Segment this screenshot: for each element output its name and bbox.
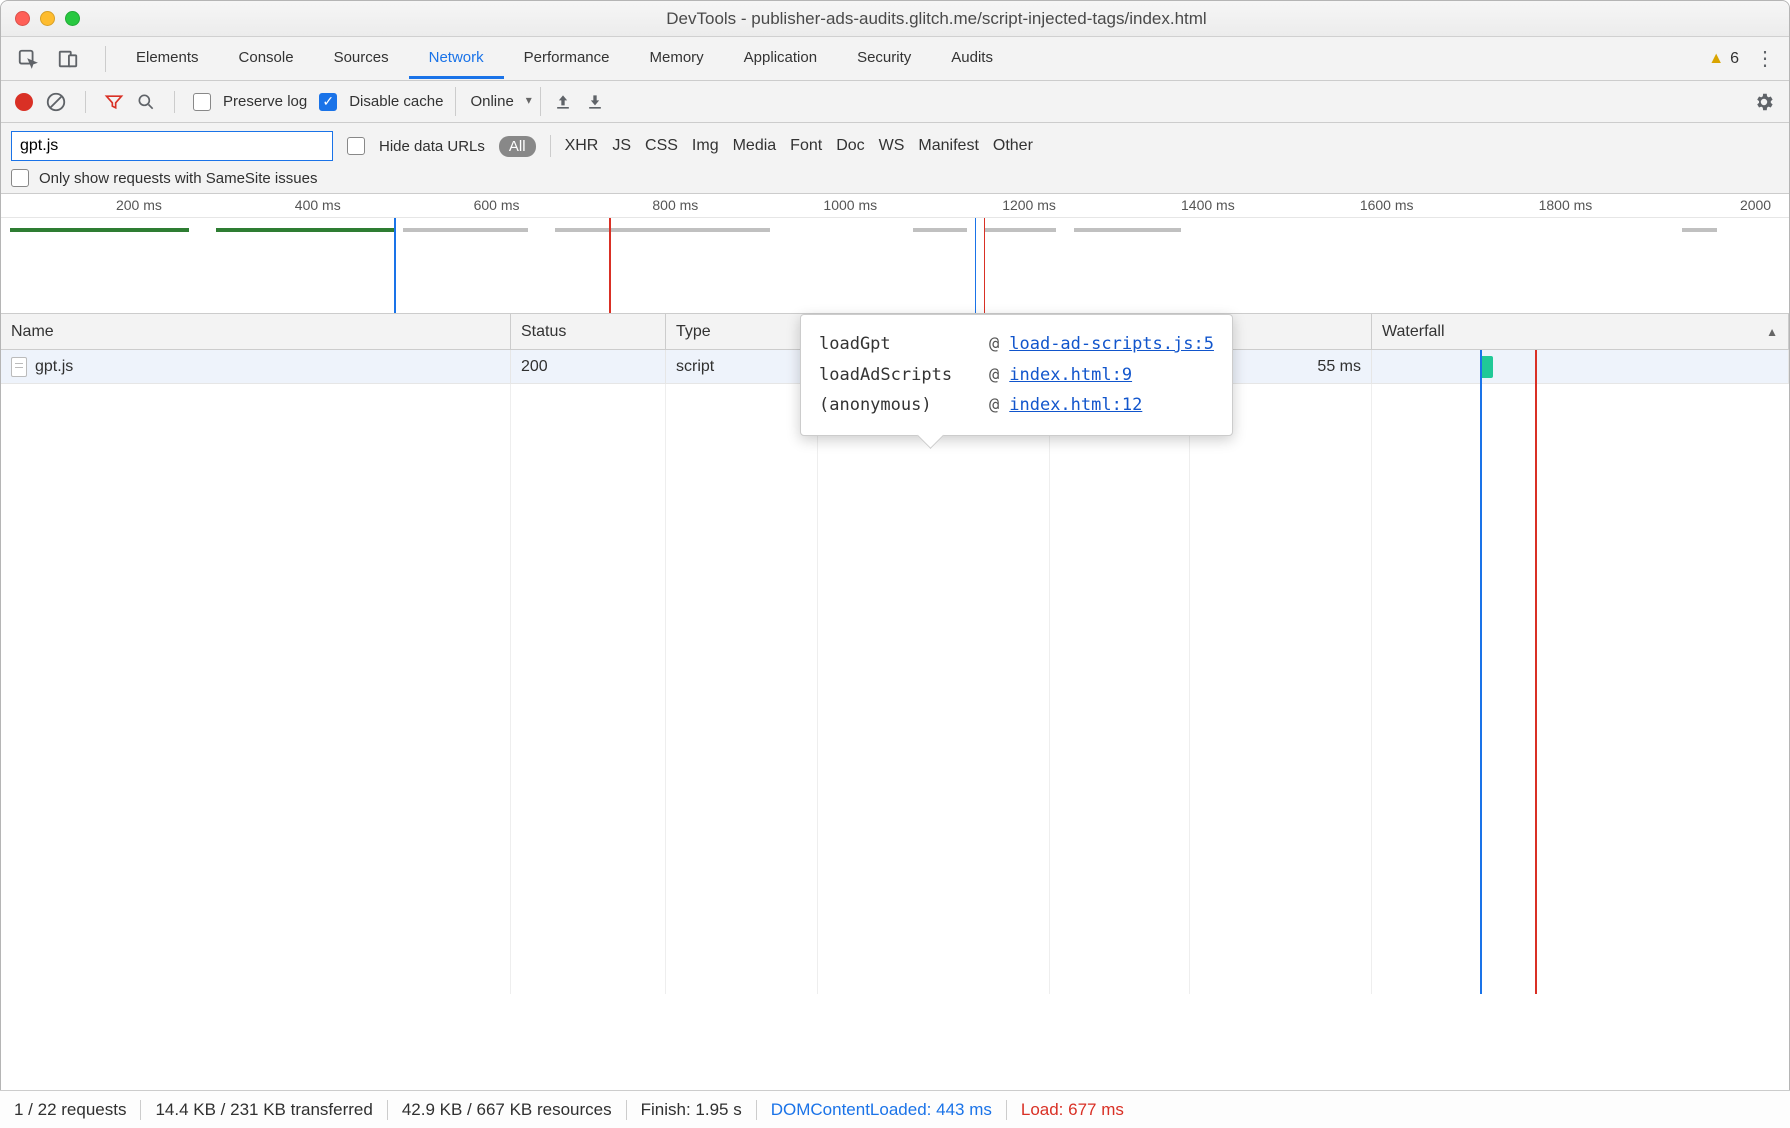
window-title: DevTools - publisher-ads-audits.glitch.m… bbox=[98, 9, 1775, 29]
warning-count-value: 6 bbox=[1730, 50, 1739, 68]
stack-fn: loadGpt bbox=[819, 329, 979, 360]
window-minimize-icon[interactable] bbox=[40, 11, 55, 26]
initiator-stack-tooltip: loadGpt @ load-ad-scripts.js:5 loadAdScr… bbox=[800, 314, 1233, 436]
network-overview[interactable]: 200 ms 400 ms 600 ms 800 ms 1000 ms 1200… bbox=[1, 194, 1789, 314]
samesite-checkbox[interactable] bbox=[11, 169, 29, 187]
header-waterfall[interactable]: Waterfall▲ bbox=[1372, 314, 1789, 349]
inspect-element-icon[interactable] bbox=[15, 46, 41, 72]
filter-type-css[interactable]: CSS bbox=[645, 137, 678, 155]
preserve-log-checkbox[interactable] bbox=[193, 93, 211, 111]
timeline-tick: 1200 ms bbox=[1002, 197, 1056, 213]
timeline-tick: 1000 ms bbox=[823, 197, 877, 213]
tab-memory[interactable]: Memory bbox=[630, 39, 724, 79]
timeline-tick: 400 ms bbox=[295, 197, 341, 213]
disable-cache-checkbox[interactable]: ✓ bbox=[319, 93, 337, 111]
hide-data-urls-checkbox[interactable] bbox=[347, 137, 365, 155]
tab-security[interactable]: Security bbox=[837, 39, 931, 79]
window-zoom-icon[interactable] bbox=[65, 11, 80, 26]
timeline-tick: 2000 bbox=[1740, 197, 1771, 213]
search-icon[interactable] bbox=[136, 92, 156, 112]
settings-icon[interactable] bbox=[1753, 91, 1775, 113]
tab-performance[interactable]: Performance bbox=[504, 39, 630, 79]
upload-har-icon[interactable] bbox=[553, 92, 573, 112]
throttling-select[interactable]: Online bbox=[455, 87, 540, 116]
download-har-icon[interactable] bbox=[585, 92, 605, 112]
cell-type: script bbox=[676, 358, 714, 376]
file-icon bbox=[11, 357, 27, 377]
filter-type-manifest[interactable]: Manifest bbox=[918, 137, 978, 155]
window-close-icon[interactable] bbox=[15, 11, 30, 26]
timeline-tick: 1600 ms bbox=[1360, 197, 1414, 213]
timeline-tick: 200 ms bbox=[116, 197, 162, 213]
header-status[interactable]: Status bbox=[511, 314, 666, 349]
header-type[interactable]: Type bbox=[666, 314, 818, 349]
sort-indicator-icon: ▲ bbox=[1766, 325, 1778, 339]
filter-input[interactable] bbox=[11, 131, 333, 161]
filter-type-ws[interactable]: WS bbox=[879, 137, 905, 155]
filter-type-media[interactable]: Media bbox=[733, 137, 777, 155]
stack-fn: loadAdScripts bbox=[819, 360, 979, 391]
tab-application[interactable]: Application bbox=[724, 39, 837, 79]
filter-type-xhr[interactable]: XHR bbox=[565, 137, 599, 155]
header-name[interactable]: Name bbox=[1, 314, 511, 349]
preserve-log-label: Preserve log bbox=[223, 93, 307, 110]
tab-audits[interactable]: Audits bbox=[931, 39, 1013, 79]
warning-icon: ▲ bbox=[1708, 50, 1724, 68]
tab-network[interactable]: Network bbox=[409, 39, 504, 79]
timeline-tick: 600 ms bbox=[474, 197, 520, 213]
filter-type-font[interactable]: Font bbox=[790, 137, 822, 155]
throttling-value: Online bbox=[470, 93, 513, 110]
stack-link[interactable]: load-ad-scripts.js:5 bbox=[1009, 329, 1214, 360]
network-toolbar: Preserve log ✓ Disable cache Online bbox=[1, 81, 1789, 123]
tab-sources[interactable]: Sources bbox=[314, 39, 409, 79]
stack-link[interactable]: index.html:9 bbox=[1009, 360, 1132, 391]
status-bar: 1 / 22 requests 14.4 KB / 231 KB transfe… bbox=[0, 1090, 1790, 1128]
samesite-label: Only show requests with SameSite issues bbox=[39, 170, 317, 187]
status-domcontentloaded: DOMContentLoaded: 443 ms bbox=[757, 1100, 1007, 1120]
filter-icon[interactable] bbox=[104, 92, 124, 112]
filter-type-all[interactable]: All bbox=[499, 136, 536, 157]
stack-fn: (anonymous) bbox=[819, 390, 979, 421]
timeline-tick: 1400 ms bbox=[1181, 197, 1235, 213]
status-transferred: 14.4 KB / 231 KB transferred bbox=[141, 1100, 387, 1120]
tab-console[interactable]: Console bbox=[219, 39, 314, 79]
warning-count[interactable]: ▲ 6 bbox=[1708, 50, 1739, 68]
filter-type-img[interactable]: Img bbox=[692, 137, 719, 155]
clear-button[interactable] bbox=[45, 91, 67, 113]
stack-link[interactable]: index.html:12 bbox=[1009, 390, 1142, 421]
panel-tabs: Elements Console Sources Network Perform… bbox=[116, 39, 1013, 79]
titlebar: DevTools - publisher-ads-audits.glitch.m… bbox=[1, 1, 1789, 37]
hide-data-urls-label: Hide data URLs bbox=[379, 138, 485, 155]
device-toolbar-icon[interactable] bbox=[55, 46, 81, 72]
filter-bar: Hide data URLs All XHR JS CSS Img Media … bbox=[1, 123, 1789, 194]
stack-frame: loadGpt @ load-ad-scripts.js:5 bbox=[819, 329, 1214, 360]
status-finish: Finish: 1.95 s bbox=[627, 1100, 757, 1120]
status-load: Load: 677 ms bbox=[1007, 1100, 1138, 1120]
devtools-tabstrip: Elements Console Sources Network Perform… bbox=[1, 37, 1789, 81]
stack-frame: (anonymous) @ index.html:12 bbox=[819, 390, 1214, 421]
timeline-tick: 800 ms bbox=[652, 197, 698, 213]
disable-cache-label: Disable cache bbox=[349, 93, 443, 110]
filter-type-js[interactable]: JS bbox=[612, 137, 631, 155]
stack-frame: loadAdScripts @ index.html:9 bbox=[819, 360, 1214, 391]
timeline-tick: 1800 ms bbox=[1539, 197, 1593, 213]
cell-name: gpt.js bbox=[35, 358, 73, 376]
filter-type-other[interactable]: Other bbox=[993, 137, 1033, 155]
filter-type-doc[interactable]: Doc bbox=[836, 137, 864, 155]
status-requests: 1 / 22 requests bbox=[14, 1100, 141, 1120]
record-button[interactable] bbox=[15, 93, 33, 111]
cell-status: 200 bbox=[521, 358, 548, 376]
status-resources: 42.9 KB / 667 KB resources bbox=[388, 1100, 627, 1120]
cell-time: 55 ms bbox=[1317, 358, 1361, 376]
more-menu-icon[interactable]: ⋮ bbox=[1755, 46, 1775, 71]
tab-elements[interactable]: Elements bbox=[116, 39, 219, 79]
